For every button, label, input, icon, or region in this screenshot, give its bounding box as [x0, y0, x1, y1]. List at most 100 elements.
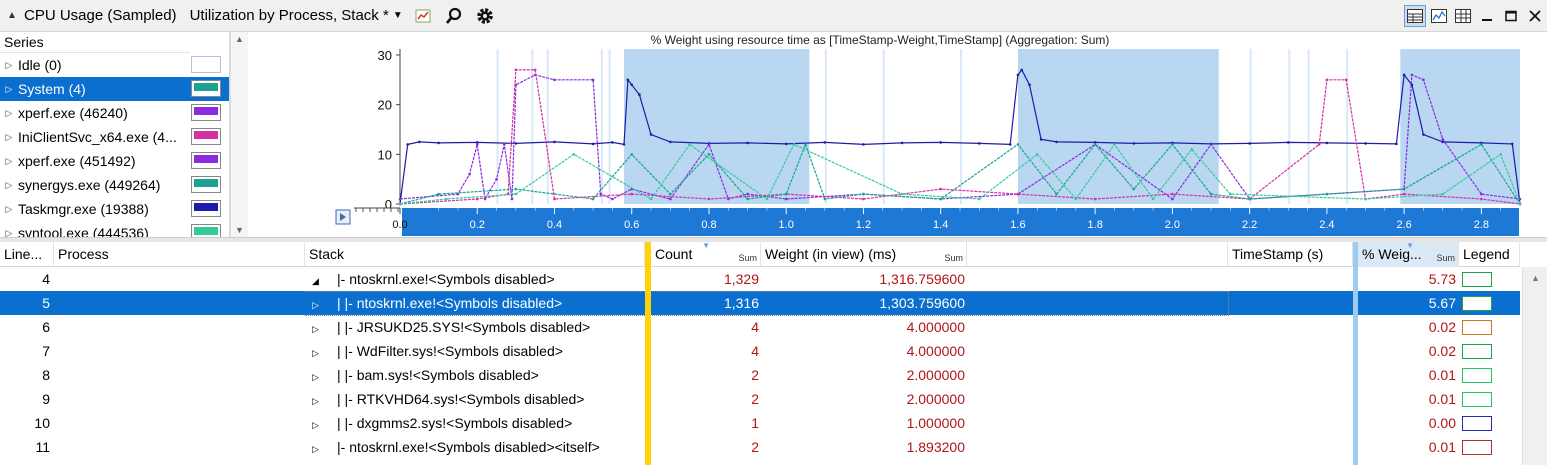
expand-series-icon[interactable]: ▷: [0, 204, 18, 215]
series-color-swatch[interactable]: [191, 56, 221, 73]
series-color-swatch[interactable]: [191, 104, 221, 121]
close-icon[interactable]: [1524, 5, 1546, 27]
series-item[interactable]: ▷ xperf.exe (46240): [0, 101, 229, 125]
series-point: [553, 197, 556, 201]
column-header-line[interactable]: Line...: [0, 242, 54, 267]
series-item-label: System (4): [18, 81, 86, 97]
series-item-label: Idle (0): [18, 57, 62, 73]
column-header-process[interactable]: Process: [54, 242, 305, 267]
series-color-swatch[interactable]: [191, 80, 221, 97]
series-color-swatch[interactable]: [191, 224, 221, 237]
series-item[interactable]: ▷ Idle (0): [0, 53, 229, 77]
tree-expander-icon[interactable]: ▷: [312, 365, 324, 387]
table-row[interactable]: 4 ◢ |- ntoskrnl.exe!<Symbols disabled> 1,32…: [0, 267, 1520, 291]
column-header-timestamp[interactable]: TimeStamp (s): [1228, 242, 1353, 267]
graph-title: CPU Usage (Sampled): [24, 7, 177, 24]
expand-series-icon[interactable]: ▷: [0, 228, 18, 238]
preset-dropdown-icon[interactable]: ▼: [393, 10, 403, 21]
series-color-swatch[interactable]: [191, 176, 221, 193]
collapse-graph-icon[interactable]: ▲: [2, 0, 22, 32]
table-row[interactable]: 8 ▷ | |- bam.sys!<Symbols disabled> 2 2.0000…: [0, 363, 1520, 387]
series-point: [1402, 187, 1406, 191]
series-point: [468, 172, 471, 176]
legend-swatch: [1462, 344, 1492, 359]
tree-expander-icon[interactable]: ◢: [312, 269, 324, 291]
column-header-weight-label: Weight (in view) (ms): [765, 246, 897, 262]
table-row[interactable]: 6 ▷ | |- JRSUKD25.SYS!<Symbols disabled> 4 4…: [0, 315, 1520, 339]
expand-series-icon[interactable]: ▷: [0, 60, 18, 71]
series-point: [1364, 142, 1367, 145]
table-row[interactable]: 9 ▷ | |- RTKVHD64.sys!<Symbols disabled> 2 2…: [0, 387, 1520, 411]
series-point: [475, 197, 479, 201]
series-point: [437, 141, 440, 145]
series-point: [1035, 153, 1039, 156]
series-item[interactable]: ▷ System (4): [0, 77, 229, 101]
tree-expander-icon[interactable]: ▷: [312, 293, 324, 315]
tree-expander-icon[interactable]: ▷: [312, 437, 324, 459]
chart-svg[interactable]: % Weight using resource time as [TimeSta…: [256, 32, 1547, 237]
tree-expander-icon[interactable]: ▷: [312, 341, 324, 363]
column-divider-gold[interactable]: [645, 242, 651, 465]
scroll-up-icon[interactable]: ▲: [235, 34, 244, 44]
series-color-swatch[interactable]: [191, 152, 221, 169]
percent-weight-cell: 0.01: [1428, 367, 1456, 383]
series-point: [649, 133, 653, 136]
column-header-stack[interactable]: Stack: [305, 242, 645, 267]
tree-expander-icon[interactable]: ▷: [312, 317, 324, 339]
column-header-percent-weight[interactable]: % Weig... ▼ Sum: [1358, 242, 1459, 267]
table-scroll-up-icon[interactable]: ▲: [1531, 273, 1540, 283]
series-point: [978, 197, 981, 201]
expand-series-icon[interactable]: ▷: [0, 108, 18, 119]
graph-and-table-icon[interactable]: [1404, 5, 1426, 27]
scroll-down-icon[interactable]: ▼: [235, 225, 244, 235]
column-header-count[interactable]: Count ▼ Sum: [651, 242, 761, 267]
expand-series-icon[interactable]: ▷: [0, 132, 18, 143]
table-scrollbar[interactable]: ▲: [1522, 267, 1547, 465]
table-only-icon[interactable]: [1452, 5, 1474, 27]
column-header-weight[interactable]: Weight (in view) (ms) Sum: [761, 242, 967, 267]
count-cell: 1,316: [723, 295, 759, 311]
expand-series-icon[interactable]: ▷: [0, 156, 18, 167]
process-cell: [54, 435, 305, 459]
table-row[interactable]: 7 ▷ | |- WdFilter.sys!<Symbols disabled> 4 4…: [0, 339, 1520, 363]
series-item-label: IniClientSvc_x64.exe (4...: [18, 129, 177, 145]
line-number: 5: [42, 295, 50, 311]
preset-selector[interactable]: Utilization by Process, Stack *: [190, 7, 389, 24]
y-tick-label: 20: [378, 98, 392, 113]
stack-table: Line... Process Stack Count ▼ Sum Weight…: [0, 242, 1547, 465]
series-item[interactable]: ▷ xperf.exe (451492): [0, 149, 229, 173]
series-point: [1093, 143, 1097, 146]
minimize-icon[interactable]: [1476, 5, 1498, 27]
cpu-usage-chart[interactable]: % Weight using resource time as [TimeSta…: [256, 32, 1547, 237]
stack-cell: ▷ | |- JRSUKD25.SYS!<Symbols disabled>: [312, 315, 645, 339]
maximize-icon[interactable]: [1500, 5, 1522, 27]
graph-only-icon[interactable]: [1428, 5, 1450, 27]
series-item[interactable]: ▷ synergys.exe (449264): [0, 173, 229, 197]
series-point: [1286, 141, 1290, 144]
expand-series-icon[interactable]: ▷: [0, 180, 18, 191]
chart-image-icon[interactable]: [412, 5, 434, 27]
expand-series-icon[interactable]: ▷: [0, 84, 18, 95]
series-scrollbar[interactable]: ▲ ▼: [230, 32, 248, 237]
series-color-swatch[interactable]: [191, 200, 221, 217]
tree-expander-icon[interactable]: ▷: [312, 389, 324, 411]
series-point: [611, 197, 614, 201]
column-header-legend[interactable]: Legend: [1459, 242, 1520, 267]
tree-expander-icon[interactable]: ▷: [312, 413, 324, 435]
series-header: Series: [0, 32, 190, 53]
column-divider-blue[interactable]: [1353, 242, 1358, 465]
series-point: [1325, 141, 1329, 145]
search-icon[interactable]: [443, 5, 465, 27]
series-item[interactable]: ▷ IniClientSvc_x64.exe (4...: [0, 125, 229, 149]
series-point: [1518, 202, 1522, 206]
series-item[interactable]: ▷ Taskmgr.exe (19388): [0, 197, 229, 221]
series-point: [1402, 73, 1406, 77]
column-header-empty[interactable]: [967, 242, 1228, 267]
series-color-swatch[interactable]: [191, 128, 221, 145]
gear-icon[interactable]: [474, 5, 496, 27]
series-item[interactable]: ▷ svntool.exe (444536): [0, 221, 229, 238]
legend-swatch: [1462, 440, 1492, 455]
table-row[interactable]: 11 ▷ |- ntoskrnl.exe!<Symbols disabled><it…: [0, 435, 1520, 459]
table-row[interactable]: 5 ▷ | |- ntoskrnl.exe!<Symbols disabled> 1,…: [0, 291, 1520, 315]
table-row[interactable]: 10 ▷ | |- dxgmms2.sys!<Symbols disabled> 1 1…: [0, 411, 1520, 435]
